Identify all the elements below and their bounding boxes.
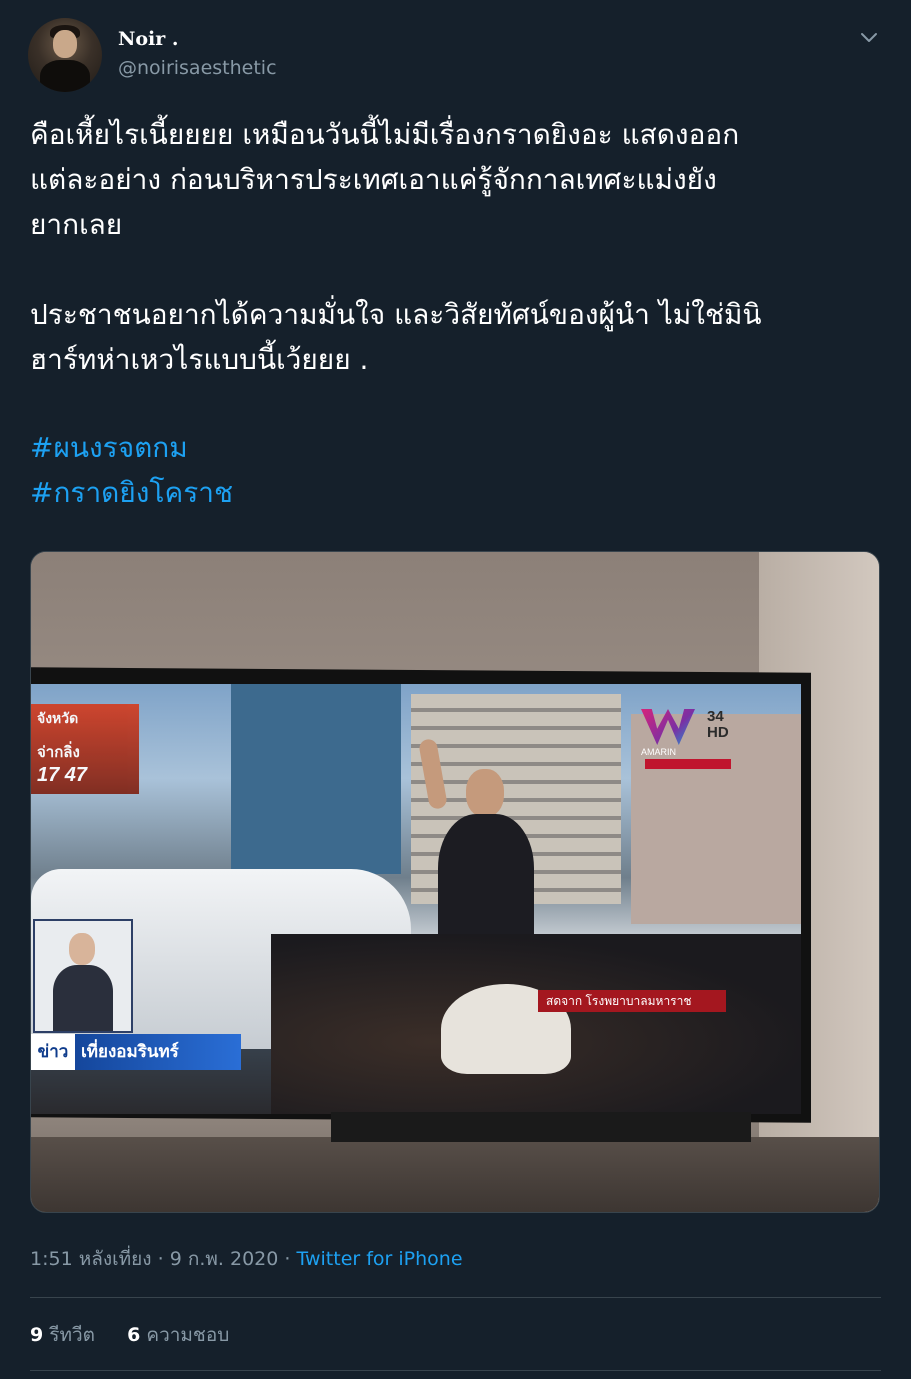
avatar-head bbox=[53, 30, 77, 58]
divider bbox=[30, 1297, 881, 1298]
tv-stand bbox=[331, 1112, 751, 1142]
tv-channel-num: 34 bbox=[707, 708, 724, 725]
tweet-media-photo[interactable]: จังหวัด จ่ากลิ่ง 17 47 AMARIN 34 HD ข่าว bbox=[30, 551, 880, 1213]
tweet-text: คือเหี้ยไรเนี้ยยยย เหมือนวันนี้ไม่มีเรื่… bbox=[30, 112, 880, 382]
retweets-count: 9 bbox=[30, 1324, 44, 1346]
hashtag-link[interactable]: #กราดยิงโคราช bbox=[30, 470, 233, 515]
tv-person-body bbox=[438, 814, 534, 949]
tv-channel-hd: HD bbox=[707, 724, 729, 741]
hashtag-link[interactable]: #ผนงรจตกม bbox=[30, 425, 233, 470]
meta-separator: · bbox=[284, 1248, 291, 1270]
tv-signer-body bbox=[53, 965, 113, 1031]
tv-score-numbers: 17 47 bbox=[37, 764, 88, 786]
tv-person-head bbox=[466, 769, 504, 817]
avatar[interactable] bbox=[28, 18, 102, 92]
user-handle[interactable]: @noirisaesthetic bbox=[118, 57, 277, 79]
likes-stat[interactable]: 6 ความชอบ bbox=[127, 1324, 229, 1346]
hashtag-list: #ผนงรจตกม #กราดยิงโคราช bbox=[30, 425, 233, 515]
tv-brand: AMARIN bbox=[641, 747, 677, 757]
tv-score-box: จังหวัด จ่ากลิ่ง 17 47 bbox=[31, 704, 139, 794]
tv-building bbox=[231, 684, 401, 874]
meta-separator: · bbox=[157, 1248, 164, 1270]
tv-score-line2: จ่ากลิ่ง bbox=[37, 744, 80, 761]
tweet-menu-button[interactable] bbox=[856, 24, 882, 50]
tv-screen: จังหวัด จ่ากลิ่ง 17 47 AMARIN 34 HD ข่าว bbox=[31, 684, 801, 1114]
tv-channel-logo: AMARIN 34 HD bbox=[641, 709, 733, 771]
tweet-paragraph: ประชาชนอยากได้ความมั่นใจ และวิสัยทัศน์ขอ… bbox=[30, 298, 762, 376]
tv-signer-head bbox=[69, 933, 95, 965]
avatar-body bbox=[40, 60, 90, 92]
tweet-time[interactable]: 1:51 หลังเที่ยง bbox=[30, 1248, 152, 1270]
tweet-date[interactable]: 9 ก.พ. 2020 bbox=[170, 1248, 279, 1270]
likes-label: ความชอบ bbox=[146, 1324, 230, 1346]
tv-news-tag: ข่าว bbox=[31, 1034, 75, 1070]
divider bbox=[30, 1370, 881, 1371]
tweet-stats: 9 รีทวีต 6 ความชอบ bbox=[30, 1320, 229, 1350]
tweet-meta: 1:51 หลังเที่ยง · 9 ก.พ. 2020 · Twitter … bbox=[30, 1244, 463, 1274]
tv-channel-number: 34 HD bbox=[707, 709, 729, 741]
tv-location-bar: สดจาก โรงพยาบาลมหาราช bbox=[538, 990, 726, 1012]
chevron-down-icon bbox=[861, 33, 877, 42]
tweet-source-link[interactable]: Twitter for iPhone bbox=[297, 1248, 463, 1270]
likes-count: 6 bbox=[127, 1324, 141, 1346]
tv-cabinet bbox=[31, 1137, 879, 1212]
tv-news-title: เที่ยงอมรินทร์ bbox=[81, 1042, 179, 1061]
retweets-label: รีทวีต bbox=[49, 1324, 96, 1346]
tv-score-line1: จังหวัด bbox=[37, 710, 79, 726]
tv-person bbox=[418, 737, 546, 949]
tweet-paragraph: คือเหี้ยไรเนี้ยยยย เหมือนวันนี้ไม่มีเรื่… bbox=[30, 118, 740, 241]
retweets-stat[interactable]: 9 รีทวีต bbox=[30, 1324, 101, 1346]
display-name[interactable]: Noir . bbox=[118, 28, 179, 50]
tv-logo-mark bbox=[641, 709, 695, 745]
tv-live-bar bbox=[645, 759, 731, 769]
tweet: Noir . @noirisaesthetic คือเหี้ยไรเนี้ยย… bbox=[0, 0, 911, 1379]
tv-news-bar: ข่าว เที่ยงอมรินทร์ bbox=[31, 1034, 241, 1070]
tv-sign-language-window bbox=[33, 919, 133, 1033]
